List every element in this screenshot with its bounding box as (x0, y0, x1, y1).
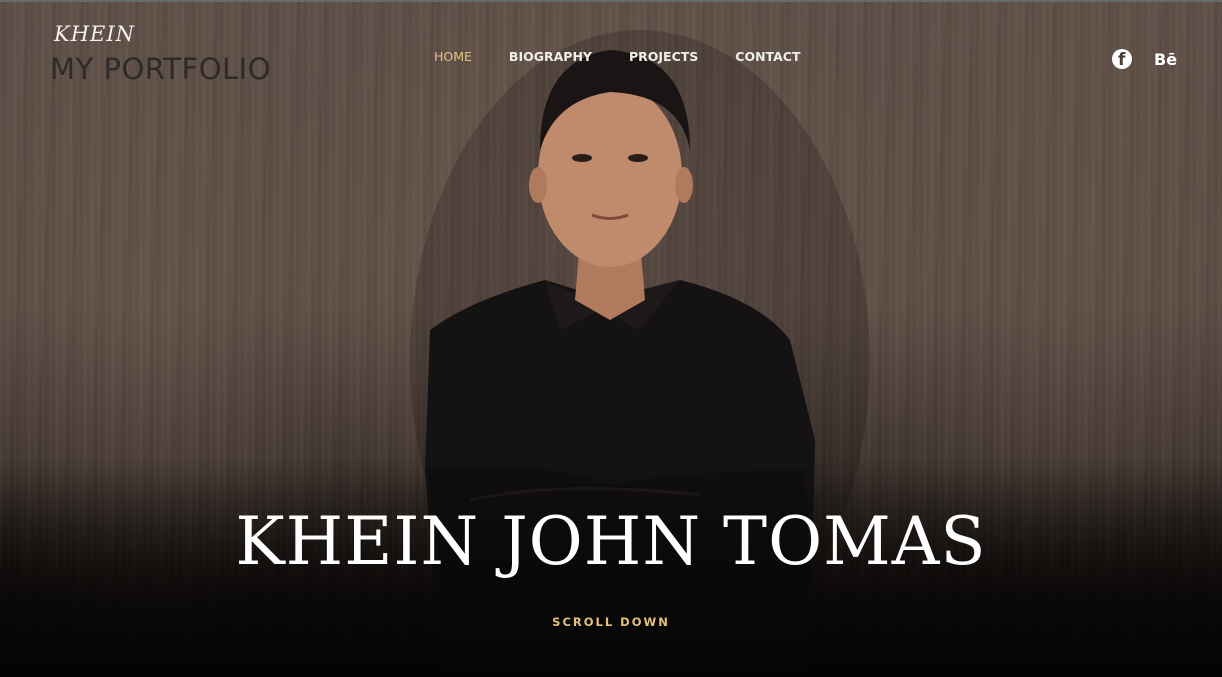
hero-title: KHEIN JOHN TOMAS (235, 503, 987, 580)
facebook-icon[interactable]: f (1112, 49, 1132, 70)
logo-script[interactable]: KHEIN (54, 22, 135, 46)
nav-item-home[interactable]: HOME (434, 49, 472, 64)
nav-item-biography[interactable]: BIOGRAPHY (509, 49, 592, 64)
social-links: f Bē (1112, 49, 1177, 70)
scroll-down-link[interactable]: SCROLL DOWN (0, 615, 1222, 629)
logo-title[interactable]: MY PORTFOLIO (50, 52, 271, 86)
hero-section: KHEIN MY PORTFOLIO HOME BIOGRAPHY PROJEC… (0, 0, 1222, 677)
nav-item-projects[interactable]: PROJECTS (629, 49, 698, 64)
main-nav: HOME BIOGRAPHY PROJECTS CONTACT (434, 49, 800, 64)
nav-item-contact[interactable]: CONTACT (735, 49, 800, 64)
behance-icon[interactable]: Bē (1154, 50, 1177, 69)
